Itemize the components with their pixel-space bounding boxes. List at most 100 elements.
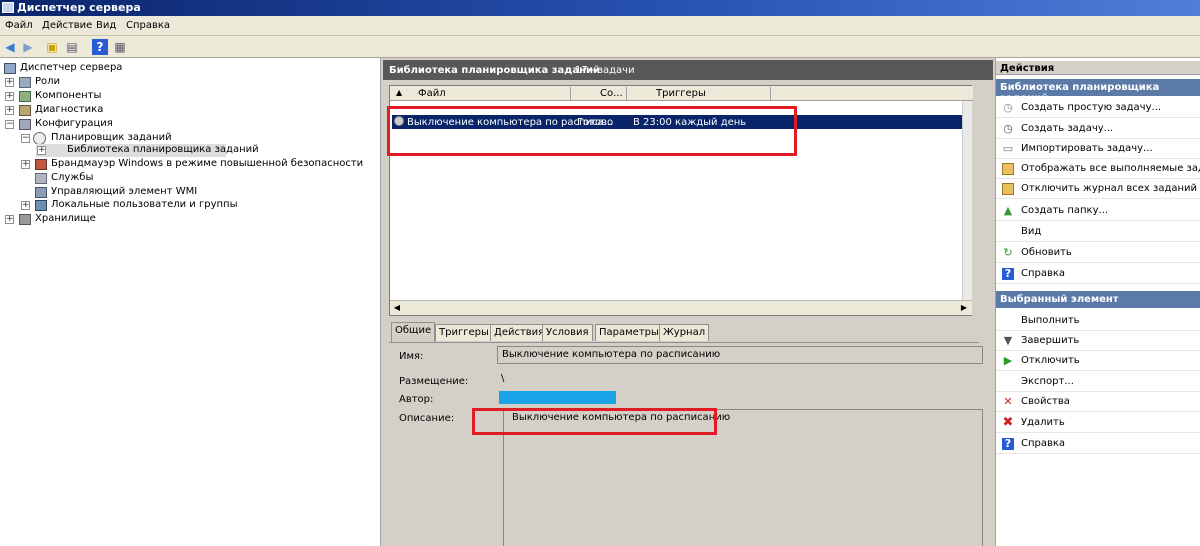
help-icon[interactable]: ? xyxy=(92,39,108,55)
folder-icon xyxy=(1002,183,1014,195)
sort-arrow-icon[interactable]: ▲ xyxy=(396,88,402,97)
scroll-right-icon[interactable]: ▶ xyxy=(958,301,970,314)
wmi-icon xyxy=(35,187,47,198)
users-icon xyxy=(35,200,47,211)
server-manager-icon xyxy=(2,2,14,13)
back-icon[interactable]: ◀ xyxy=(2,39,18,55)
action-label: Удалить xyxy=(1021,417,1065,428)
forward-icon[interactable]: ▶ xyxy=(20,39,36,55)
action-export[interactable]: Экспорт... xyxy=(996,372,1200,392)
menu-bar: Файл Действие Вид Справка xyxy=(0,16,1200,36)
name-field[interactable]: Выключение компьютера по расписанию xyxy=(497,346,983,364)
action-run[interactable]: Выполнить xyxy=(996,311,1200,331)
collapse-icon[interactable]: − xyxy=(21,134,30,143)
console-tree: Диспетчер сервера + Роли + Компоненты + … xyxy=(0,58,381,546)
column-separator[interactable] xyxy=(626,87,627,100)
action-disable[interactable]: ▶ Отключить xyxy=(996,351,1200,371)
annotation-box-description xyxy=(472,408,717,435)
tab-parameters[interactable]: Параметры xyxy=(595,324,663,341)
features-icon xyxy=(19,91,31,102)
column-file[interactable]: Файл xyxy=(418,88,446,99)
author-label: Автор: xyxy=(399,394,434,405)
services-gear-icon xyxy=(35,173,47,184)
action-disable-history[interactable]: Отключить журнал всех заданий xyxy=(996,179,1200,199)
tree-item-label: Конфигурация xyxy=(35,118,113,129)
name-label: Имя: xyxy=(399,351,424,362)
properties-icon[interactable]: ▦ xyxy=(112,39,128,55)
task-count: 17 - задачи xyxy=(575,65,635,76)
description-label: Описание: xyxy=(399,413,455,424)
menu-action[interactable]: Действие xyxy=(42,20,92,31)
action-label: Импортировать задачу... xyxy=(1021,143,1153,154)
new-folder-icon: ▲ xyxy=(1003,204,1013,217)
author-value-redacted xyxy=(499,391,616,404)
action-end[interactable]: ▼ Завершить xyxy=(996,331,1200,351)
help-icon: ? xyxy=(1002,268,1014,280)
expand-icon[interactable]: + xyxy=(5,215,14,224)
expand-icon[interactable]: + xyxy=(21,201,30,210)
column-separator[interactable] xyxy=(570,87,571,100)
firewall-icon xyxy=(35,159,47,170)
tree-item-label: Службы xyxy=(51,172,94,183)
action-help[interactable]: ? Справка xyxy=(996,264,1200,284)
import-icon: ▭ xyxy=(1002,142,1014,155)
action-create-task[interactable]: ◷ Создать задачу... xyxy=(996,119,1200,139)
actions-section-library[interactable]: Библиотека планировщика заданий xyxy=(996,79,1200,104)
action-label: Создать простую задачу... xyxy=(1021,102,1162,113)
action-label: Отключить журнал всех заданий xyxy=(1021,183,1198,194)
menu-view[interactable]: Вид xyxy=(96,20,116,31)
show-hide-tree-icon[interactable]: ▤ xyxy=(64,39,80,55)
tab-general[interactable]: Общие xyxy=(391,322,436,342)
action-help-selected[interactable]: ? Справка xyxy=(996,434,1200,454)
tab-actions[interactable]: Действия xyxy=(490,324,549,341)
column-status[interactable]: Со... xyxy=(600,88,623,99)
collapse-icon[interactable]: − xyxy=(5,120,14,129)
storage-icon xyxy=(19,214,31,225)
column-triggers[interactable]: Триггеры xyxy=(656,88,706,99)
clock-wand-icon: ◷ xyxy=(1003,101,1013,114)
menu-help[interactable]: Справка xyxy=(126,20,170,31)
tab-triggers[interactable]: Триггеры xyxy=(435,324,493,341)
delete-icon: ✖ xyxy=(1002,415,1014,430)
tree-item-label: Роли xyxy=(35,76,61,87)
column-header: ▲ Файл Со... Триггеры xyxy=(390,86,973,101)
tree-item-label: Библиотека планировщика заданий xyxy=(67,144,259,155)
tab-conditions[interactable]: Условия xyxy=(542,324,593,341)
action-delete[interactable]: ✖ Удалить xyxy=(996,413,1200,433)
help-icon: ? xyxy=(1002,438,1014,450)
annotation-box-task-row xyxy=(387,106,797,156)
action-new-folder[interactable]: ▲ Создать папку... xyxy=(996,201,1200,221)
expand-icon[interactable]: + xyxy=(5,78,14,87)
tab-history[interactable]: Журнал xyxy=(659,324,710,341)
server-icon xyxy=(4,63,16,74)
expand-icon[interactable]: + xyxy=(5,92,14,101)
action-import-task[interactable]: ▭ Импортировать задачу... xyxy=(996,139,1200,159)
up-folder-icon[interactable]: ▣ xyxy=(44,39,60,55)
actions-pane: Действия Библиотека планировщика заданий… xyxy=(995,58,1200,546)
menu-file[interactable]: Файл xyxy=(5,20,33,31)
action-label: Экспорт... xyxy=(1021,376,1074,387)
library-title: Библиотека планировщика заданий xyxy=(389,65,601,76)
tree-item-task-scheduler-library[interactable]: + Библиотека планировщика заданий xyxy=(36,144,259,157)
action-view[interactable]: Вид xyxy=(996,222,1200,242)
action-refresh[interactable]: ↻ Обновить xyxy=(996,243,1200,263)
scroll-left-icon[interactable]: ◀ xyxy=(391,301,403,314)
tab-panel-general: Имя: Выключение компьютера по расписанию… xyxy=(389,342,983,546)
tree-item-label: Диспетчер сервера xyxy=(20,62,123,73)
expand-icon[interactable]: + xyxy=(37,146,46,155)
tree-item-label: Брандмауэр Windows в режиме повышенной б… xyxy=(51,158,364,169)
action-show-running-tasks[interactable]: Отображать все выполняемые задачи xyxy=(996,159,1200,179)
actions-section-selected[interactable]: Выбранный элемент xyxy=(996,291,1200,308)
expand-icon[interactable]: + xyxy=(5,106,14,115)
horizontal-scrollbar[interactable]: ◀ ▶ xyxy=(390,300,972,315)
vertical-scrollbar[interactable] xyxy=(962,101,972,301)
expand-icon[interactable]: + xyxy=(21,160,30,169)
disable-arrow-icon: ▶ xyxy=(1003,354,1013,367)
refresh-icon: ↻ xyxy=(1003,246,1013,259)
action-properties[interactable]: ✕ Свойства xyxy=(996,392,1200,412)
action-create-basic-task[interactable]: ◷ Создать простую задачу... xyxy=(996,98,1200,118)
column-separator[interactable] xyxy=(770,87,771,100)
location-value: \ xyxy=(501,373,505,384)
tree-item-label: Компоненты xyxy=(35,90,102,101)
tree-item-label: Планировщик заданий xyxy=(51,132,172,143)
